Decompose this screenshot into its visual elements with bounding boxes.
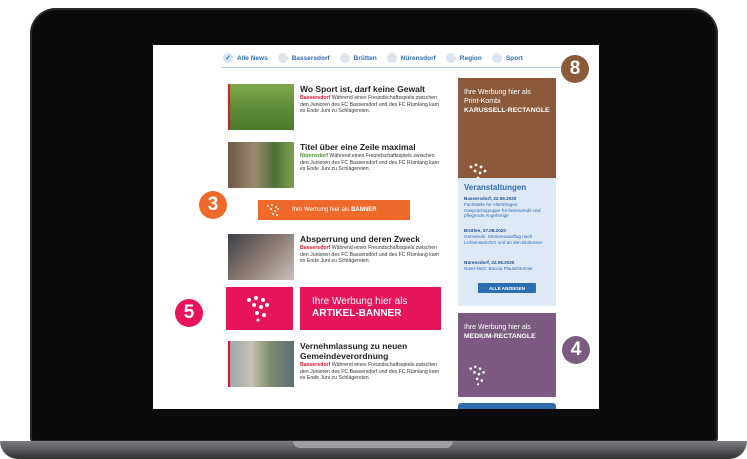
event-text: Fachstelle für Altersfragen: Gesprächsgr… [464,201,541,219]
checkbox-icon [277,53,288,63]
laptop-screen: ✓ Alle News Bassersdorf Brütten Nürensdor… [153,45,599,409]
event-date: Nürensdorf, 22.09.2020 [464,260,515,265]
article-accent-bar [228,341,230,387]
laptop-notch [293,441,453,448]
article-title[interactable]: Vernehmlassung zu neuen Gemeindeverordnu… [300,341,440,361]
sparkle-logo-icon [469,365,485,386]
article-title[interactable]: Titel über eine Zeile maximal [300,142,440,152]
filter-bassersdorf[interactable]: Bassersdorf [277,53,330,63]
filter-label: Bassersdorf [291,54,330,62]
event-item[interactable]: Brütten, 27.08.2020 Gemeinde: Seniorenaus… [464,228,550,245]
checkmark-icon: ✓ [223,53,233,63]
karussell-line3: KARUSSELL-RECTANGLE [464,107,550,114]
checkbox-icon [339,53,350,63]
article-thumbnail[interactable] [228,84,294,130]
karussell-line2: Print-Kombi [464,98,501,105]
article-teaser: Nürensdorf Während eines Freundschaftssp… [300,153,440,173]
events-title: Veranstaltungen [464,183,527,192]
article-accent-bar [228,84,230,130]
all-events-button[interactable]: ALLE ANZEIGEN [478,283,536,293]
checkbox-icon [386,53,397,63]
event-date: Brütten, 27.08.2020 [464,228,506,233]
filter-label: Nürensdorf [400,54,436,62]
article-banner-ad[interactable]: Ihre Werbung hier als ARTIKEL-BANNER [300,287,441,330]
article-location: Bassersdorf [300,245,331,251]
sparkle-logo-icon [246,295,269,321]
banner-prefix: Ihre Werbung hier als [292,207,350,213]
sidebar-bottom-block [458,403,556,409]
event-item[interactable]: Bassersdorf, 22.09.2020 Fachstelle für Al… [464,196,550,219]
event-date: Bassersdorf, 22.09.2020 [464,196,517,201]
checkbox-icon [491,53,502,63]
sparkle-logo-icon [267,204,279,216]
filter-label: Region [459,54,482,62]
filter-sport[interactable]: Sport [491,53,523,63]
filter-nuerensdorf[interactable]: Nürensdorf [386,53,436,63]
karussell-line1: Ihre Werbung hier als [464,89,531,96]
article-location: Nürensdorf [300,153,328,159]
banner-ad-text: Ihre Werbung hier als BANNER [292,207,377,213]
badge-5: 5 [175,299,203,327]
event-item[interactable]: Nürensdorf, 22.09.2020 Nüeri-Netz: Boccia… [464,260,550,272]
article-item[interactable]: Vernehmlassung zu neuen Gemeindeverordnu… [228,341,440,387]
medium-line2: MEDIUM-RECTANGLE [464,333,536,340]
filter-alle-news[interactable]: ✓ Alle News [223,53,268,63]
article-location: Bassersdorf [300,362,331,368]
article-item[interactable]: Wo Sport ist, darf keine Gewalt Bassersd… [228,84,440,130]
article-teaser: Bassersdorf Während eines Freundschaftss… [300,245,440,265]
filter-label: Brütten [353,54,377,62]
badge-8: 8 [561,55,589,83]
nav-divider [221,67,585,68]
article-thumbnail[interactable] [228,341,294,387]
article-banner-line1: Ihre Werbung hier als [312,296,408,307]
article-banner-line2: ARTIKEL-BANNER [312,308,402,319]
article-location: Bassersdorf [300,95,331,101]
article-thumbnail[interactable] [228,234,294,280]
medium-line1: Ihre Werbung hier als [464,324,531,331]
event-text: Gemeinde: Seniorenausflug nach Lichtenst… [464,233,543,245]
banner-strong: BANNER [350,207,377,213]
karussell-ad-text: Ihre Werbung hier als Print-Kombi KARUSS… [464,88,550,115]
event-text: Nüeri-Netz: Boccia Plauschturnier [464,265,533,271]
filter-bruetten[interactable]: Brütten [339,53,377,63]
article-banner-logo[interactable] [226,287,293,330]
filter-label: Sport [505,54,523,62]
article-title[interactable]: Wo Sport ist, darf keine Gewalt [300,84,440,94]
badge-4: 4 [562,336,590,364]
article-title[interactable]: Absperrung und deren Zweck [300,234,440,244]
article-item[interactable]: Absperrung und deren Zweck Bassersdorf W… [228,234,440,280]
medium-ad-text: Ihre Werbung hier als MEDIUM-RECTANGLE [464,323,536,341]
filter-label: Alle News [237,54,268,62]
article-item[interactable]: Titel über eine Zeile maximal Nürensdorf… [228,142,440,188]
badge-3: 3 [199,191,227,219]
article-teaser: Bassersdorf Während eines Freundschaftss… [300,95,440,115]
events-box: Veranstaltungen Bassersdorf, 22.09.2020 F… [458,178,556,306]
article-teaser: Bassersdorf Während eines Freundschaftss… [300,362,440,382]
banner-ad[interactable]: Ihre Werbung hier als BANNER [258,200,410,220]
filter-region[interactable]: Region [445,53,482,63]
medium-rectangle-ad[interactable]: Ihre Werbung hier als MEDIUM-RECTANGLE [458,313,556,397]
checkbox-icon [445,53,456,63]
article-thumbnail[interactable] [228,142,294,188]
category-filter-nav: ✓ Alle News Bassersdorf Brütten Nürensdor… [223,51,523,65]
